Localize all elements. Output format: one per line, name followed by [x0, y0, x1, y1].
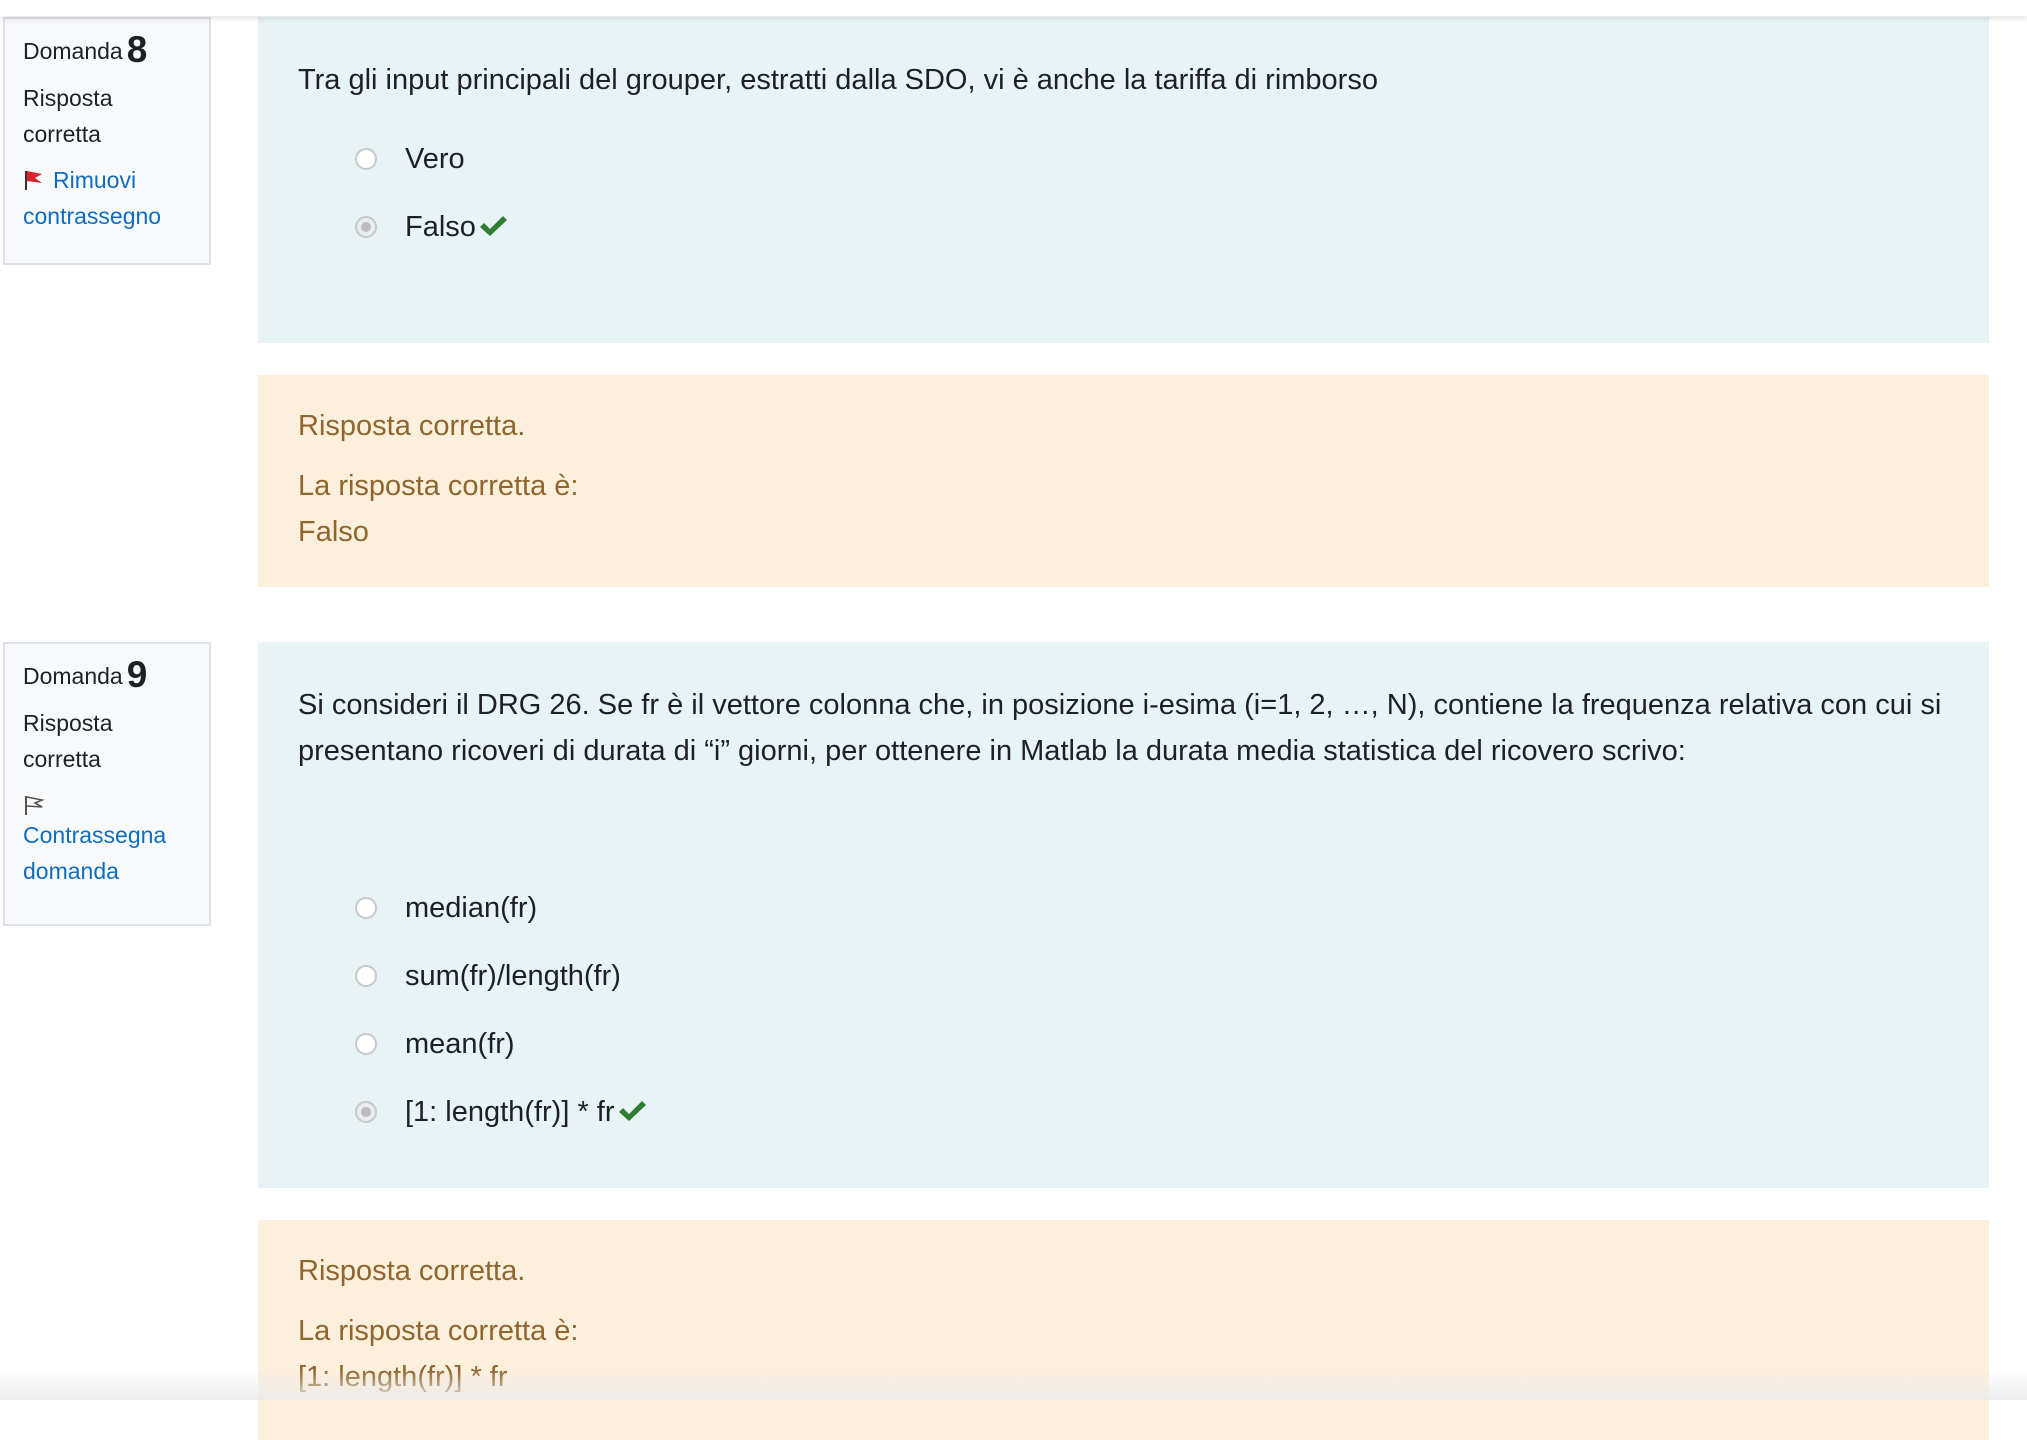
- question-info-panel: Domanda 9 Risposta corretta Contrassegna …: [3, 642, 211, 926]
- correct-check-icon: [478, 214, 508, 240]
- answer-option[interactable]: [1: length(fr)] * fr: [298, 1078, 1949, 1146]
- radio-button-selected[interactable]: [355, 1101, 377, 1123]
- radio-button[interactable]: [355, 897, 377, 919]
- question-formulation: Tra gli input principali del grouper, es…: [258, 17, 1989, 343]
- question-formulation: Si consideri il DRG 26. Se fr è il vetto…: [258, 642, 1989, 1188]
- feedback-panel: Risposta corretta. La risposta corretta …: [258, 375, 1989, 587]
- question-content: Si consideri il DRG 26. Se fr è il vetto…: [258, 642, 1989, 1440]
- radio-button[interactable]: [355, 148, 377, 170]
- red-flag-icon: [23, 165, 45, 190]
- question-info-panel: Domanda 8 Risposta corretta Rimuovi contr…: [3, 17, 211, 265]
- question-number: Domanda 8: [23, 29, 148, 70]
- answer-label: Vero: [405, 142, 465, 175]
- question-state: Risposta corretta: [23, 85, 113, 147]
- answer-option[interactable]: median(fr): [298, 874, 1949, 942]
- answer-option[interactable]: sum(fr)/length(fr): [298, 942, 1949, 1010]
- feedback-panel: Risposta corretta. La risposta corretta …: [258, 1220, 1989, 1440]
- radio-button-selected[interactable]: [355, 216, 377, 238]
- question-text: Si consideri il DRG 26. Se fr è il vetto…: [298, 689, 1942, 767]
- answer-label: median(fr): [405, 891, 538, 924]
- right-answer-value: Falso: [298, 516, 369, 548]
- feedback-state: Risposta corretta.: [298, 410, 526, 442]
- question-content: Tra gli input principali del grouper, es…: [258, 17, 1989, 587]
- answer-option[interactable]: mean(fr): [298, 1010, 1949, 1078]
- correct-check-icon: [617, 1099, 647, 1125]
- top-navbar-edge: [0, 0, 2027, 16]
- flag-label[interactable]: Contrassegna domanda: [23, 822, 166, 884]
- bottom-shadow: [0, 1370, 2027, 1400]
- outline-flag-icon: [23, 787, 193, 817]
- answer-label: sum(fr)/length(fr): [405, 959, 621, 992]
- answer-label: Falso: [405, 210, 476, 243]
- question-number: Domanda 9: [23, 654, 148, 695]
- answer-option[interactable]: Vero: [298, 125, 1949, 193]
- remove-flag-link[interactable]: Rimuovi contrassegno: [23, 162, 193, 234]
- question-text: Tra gli input principali del grouper, es…: [298, 64, 1378, 96]
- radio-button[interactable]: [355, 1033, 377, 1055]
- right-answer-label: La risposta corretta è:: [298, 470, 579, 502]
- right-answer-label: La risposta corretta è:: [298, 1315, 579, 1347]
- radio-button[interactable]: [355, 965, 377, 987]
- answer-label: mean(fr): [405, 1027, 515, 1060]
- answer-list: Vero Falso: [298, 125, 1949, 261]
- answer-label: [1: length(fr)] * fr: [405, 1095, 615, 1128]
- flag-question-link[interactable]: Contrassegna domanda: [23, 787, 193, 889]
- question-state: Risposta corretta: [23, 710, 113, 772]
- answer-option[interactable]: Falso: [298, 193, 1949, 261]
- answer-list: median(fr) sum(fr)/length(fr) mean(fr) […: [298, 874, 1949, 1146]
- feedback-state: Risposta corretta.: [298, 1255, 526, 1287]
